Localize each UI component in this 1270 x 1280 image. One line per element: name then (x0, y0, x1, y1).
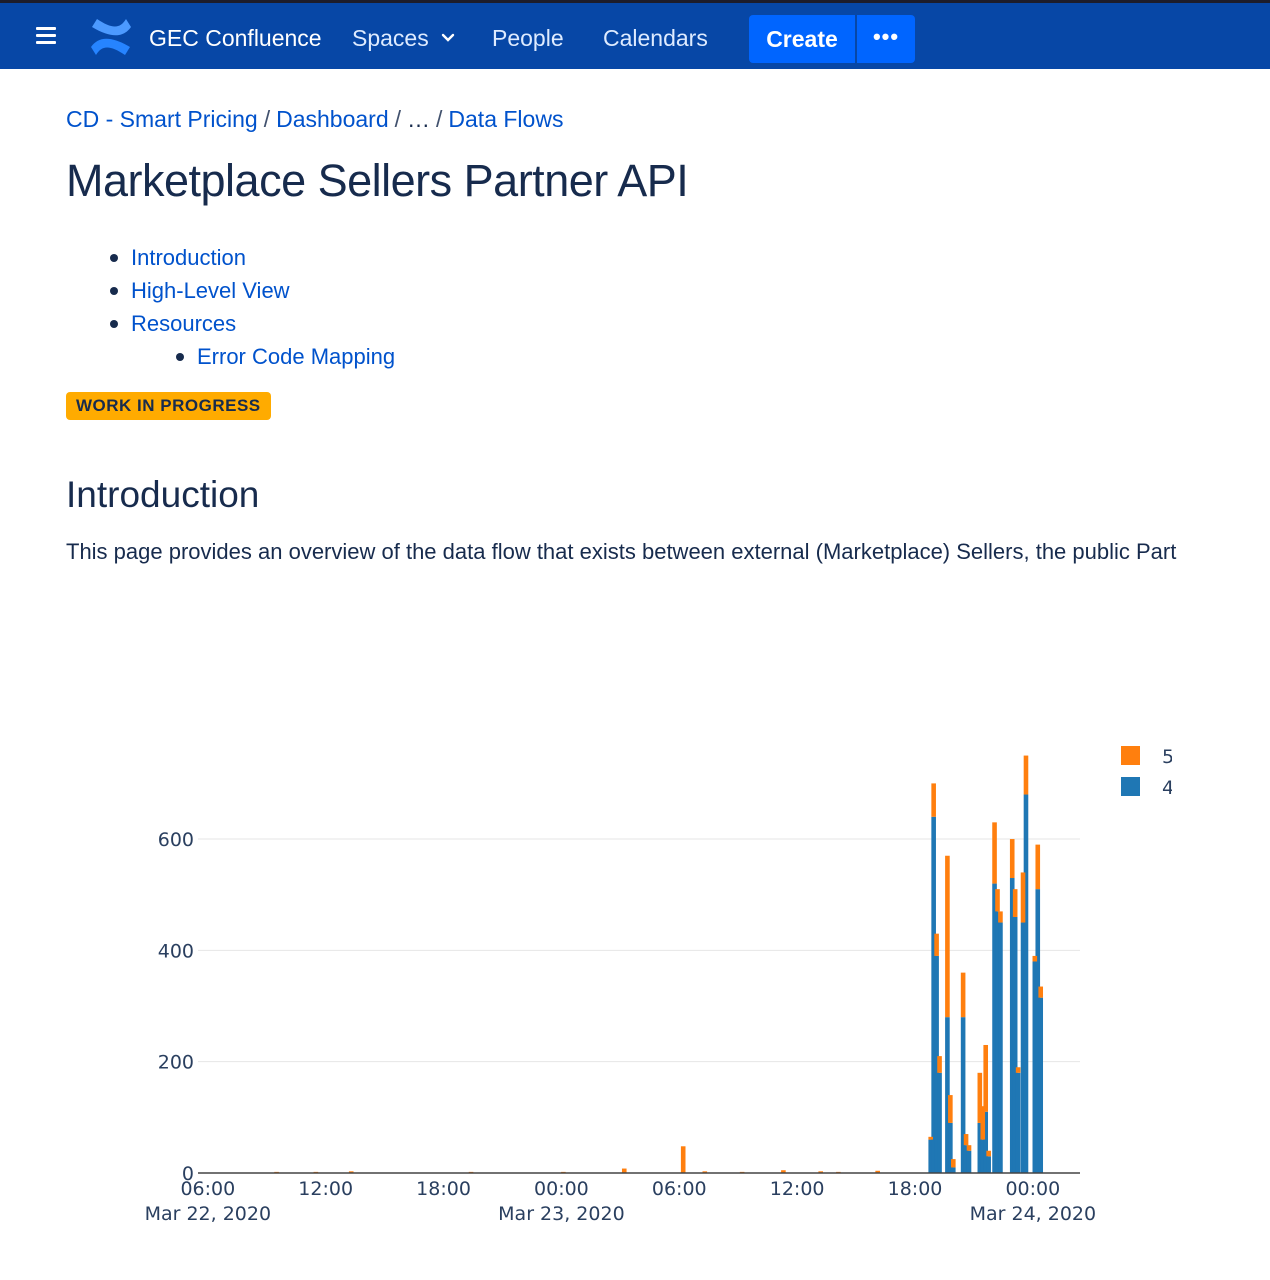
x-tick-label: 00:00 (534, 1178, 589, 1200)
bar-4 (986, 1156, 991, 1173)
bar-5 (680, 1146, 686, 1173)
bar-5 (948, 1095, 953, 1123)
chart-svg: 020040060006:00Mar 22, 202012:00 18:00 00:… (145, 720, 1270, 1225)
bar-5 (1012, 889, 1018, 917)
bullet-icon (110, 320, 118, 328)
legend-clip-mask (1172, 720, 1270, 840)
section-heading-introduction: Introduction (66, 474, 260, 515)
x-tick-label: 18:00 (888, 1178, 943, 1200)
legend-swatch (1121, 777, 1140, 796)
bar-5 (992, 822, 997, 884)
bar-5 (983, 1044, 989, 1112)
breadcrumb-link-dashboard[interactable]: Dashboard (276, 106, 389, 132)
bar-5 (1023, 755, 1029, 795)
bar-4 (966, 1150, 972, 1173)
app-title[interactable]: GEC Confluence (149, 25, 322, 52)
bar-4 (1015, 1072, 1021, 1173)
bar-5 (945, 855, 950, 1018)
bullet-icon (176, 353, 184, 361)
bar-5 (934, 933, 939, 956)
x-tick-sublabel: Mar 23, 2020 (498, 1203, 625, 1225)
bar-4 (937, 1072, 942, 1173)
legend-swatch (1121, 746, 1140, 765)
x-tick-label: 06:00 (180, 1178, 235, 1200)
x-tick-label: 12:00 (298, 1178, 353, 1200)
menu-icon[interactable] (36, 27, 56, 44)
toc-link-introduction[interactable]: Introduction (131, 243, 246, 273)
breadcrumb-link-data-flows[interactable]: Data Flows (448, 106, 563, 132)
confluence-logo-icon[interactable] (88, 17, 134, 57)
bar-4 (950, 1167, 956, 1173)
bullet-icon (110, 287, 118, 295)
breadcrumb-separator: / (394, 106, 402, 132)
toc-link-resources[interactable]: Resources (131, 309, 236, 339)
x-tick-label: 06:00 (652, 1178, 707, 1200)
breadcrumb-separator: / (436, 106, 443, 132)
bar-5 (950, 1159, 956, 1168)
bar-4 (1038, 997, 1044, 1173)
breadcrumb-ellipsis[interactable]: … (407, 106, 430, 132)
more-options-button[interactable]: ••• (857, 15, 915, 63)
bar-4 (1023, 794, 1029, 1173)
chevron-down-icon[interactable] (441, 31, 455, 45)
requests-chart[interactable]: 0 200 400 600 06:00 Mar 22, 2020 12:00 18:00 00:… (0, 720, 1270, 1260)
y-tick-label: 600 (158, 829, 194, 851)
bar-5 (963, 1134, 969, 1146)
page-title: Marketplace Sellers Partner API (66, 155, 689, 206)
x-tick-label: 18:00 (416, 1178, 471, 1200)
y-tick-label: 200 (158, 1052, 194, 1074)
toc-link-high-level-view[interactable]: High-Level View (131, 276, 290, 306)
bar-5 (1015, 1067, 1021, 1073)
intro-paragraph: This page provides an overview of the da… (66, 539, 1177, 564)
toc-link-error-code-mapping[interactable]: Error Code Mapping (197, 342, 395, 372)
bar-5 (986, 1150, 991, 1157)
bar-5 (960, 972, 966, 1018)
bullet-icon (110, 254, 118, 262)
x-tick-label: 12:00 (770, 1178, 825, 1200)
bar-5 (998, 911, 1003, 923)
nav-calendars[interactable]: Calendars (603, 25, 708, 52)
bar-5 (966, 1145, 972, 1151)
x-tick-sublabel: Mar 24, 2020 (970, 1203, 1097, 1225)
bar-4 (998, 922, 1003, 1173)
x-tick-label: 00:00 (1005, 1178, 1060, 1200)
breadcrumb-separator: / (263, 106, 271, 132)
bar-5 (1038, 986, 1044, 998)
x-tick-sublabel: Mar 22, 2020 (145, 1203, 272, 1225)
create-button[interactable]: Create (749, 15, 855, 63)
nav-spaces[interactable]: Spaces (352, 25, 429, 52)
breadcrumb: CD - Smart Pricing / Dashboard /… / Data Flow… (66, 106, 563, 133)
breadcrumb-link-space[interactable]: CD - Smart Pricing (66, 106, 258, 132)
bar-5 (1032, 955, 1038, 962)
top-navigation-bar: GEC Confluence Spaces People Calendars C… (0, 0, 1270, 69)
bar-5 (995, 889, 1000, 912)
nav-people[interactable]: People (492, 25, 564, 52)
bar-5 (1035, 844, 1041, 890)
y-tick-label: 400 (158, 940, 194, 962)
bar-5 (928, 1136, 934, 1140)
status-badge: WORK IN PROGRESS (66, 392, 271, 420)
bar-5 (1009, 839, 1015, 879)
bar-5 (937, 1056, 942, 1073)
bar-5 (1020, 872, 1026, 923)
bar-5 (931, 783, 936, 817)
